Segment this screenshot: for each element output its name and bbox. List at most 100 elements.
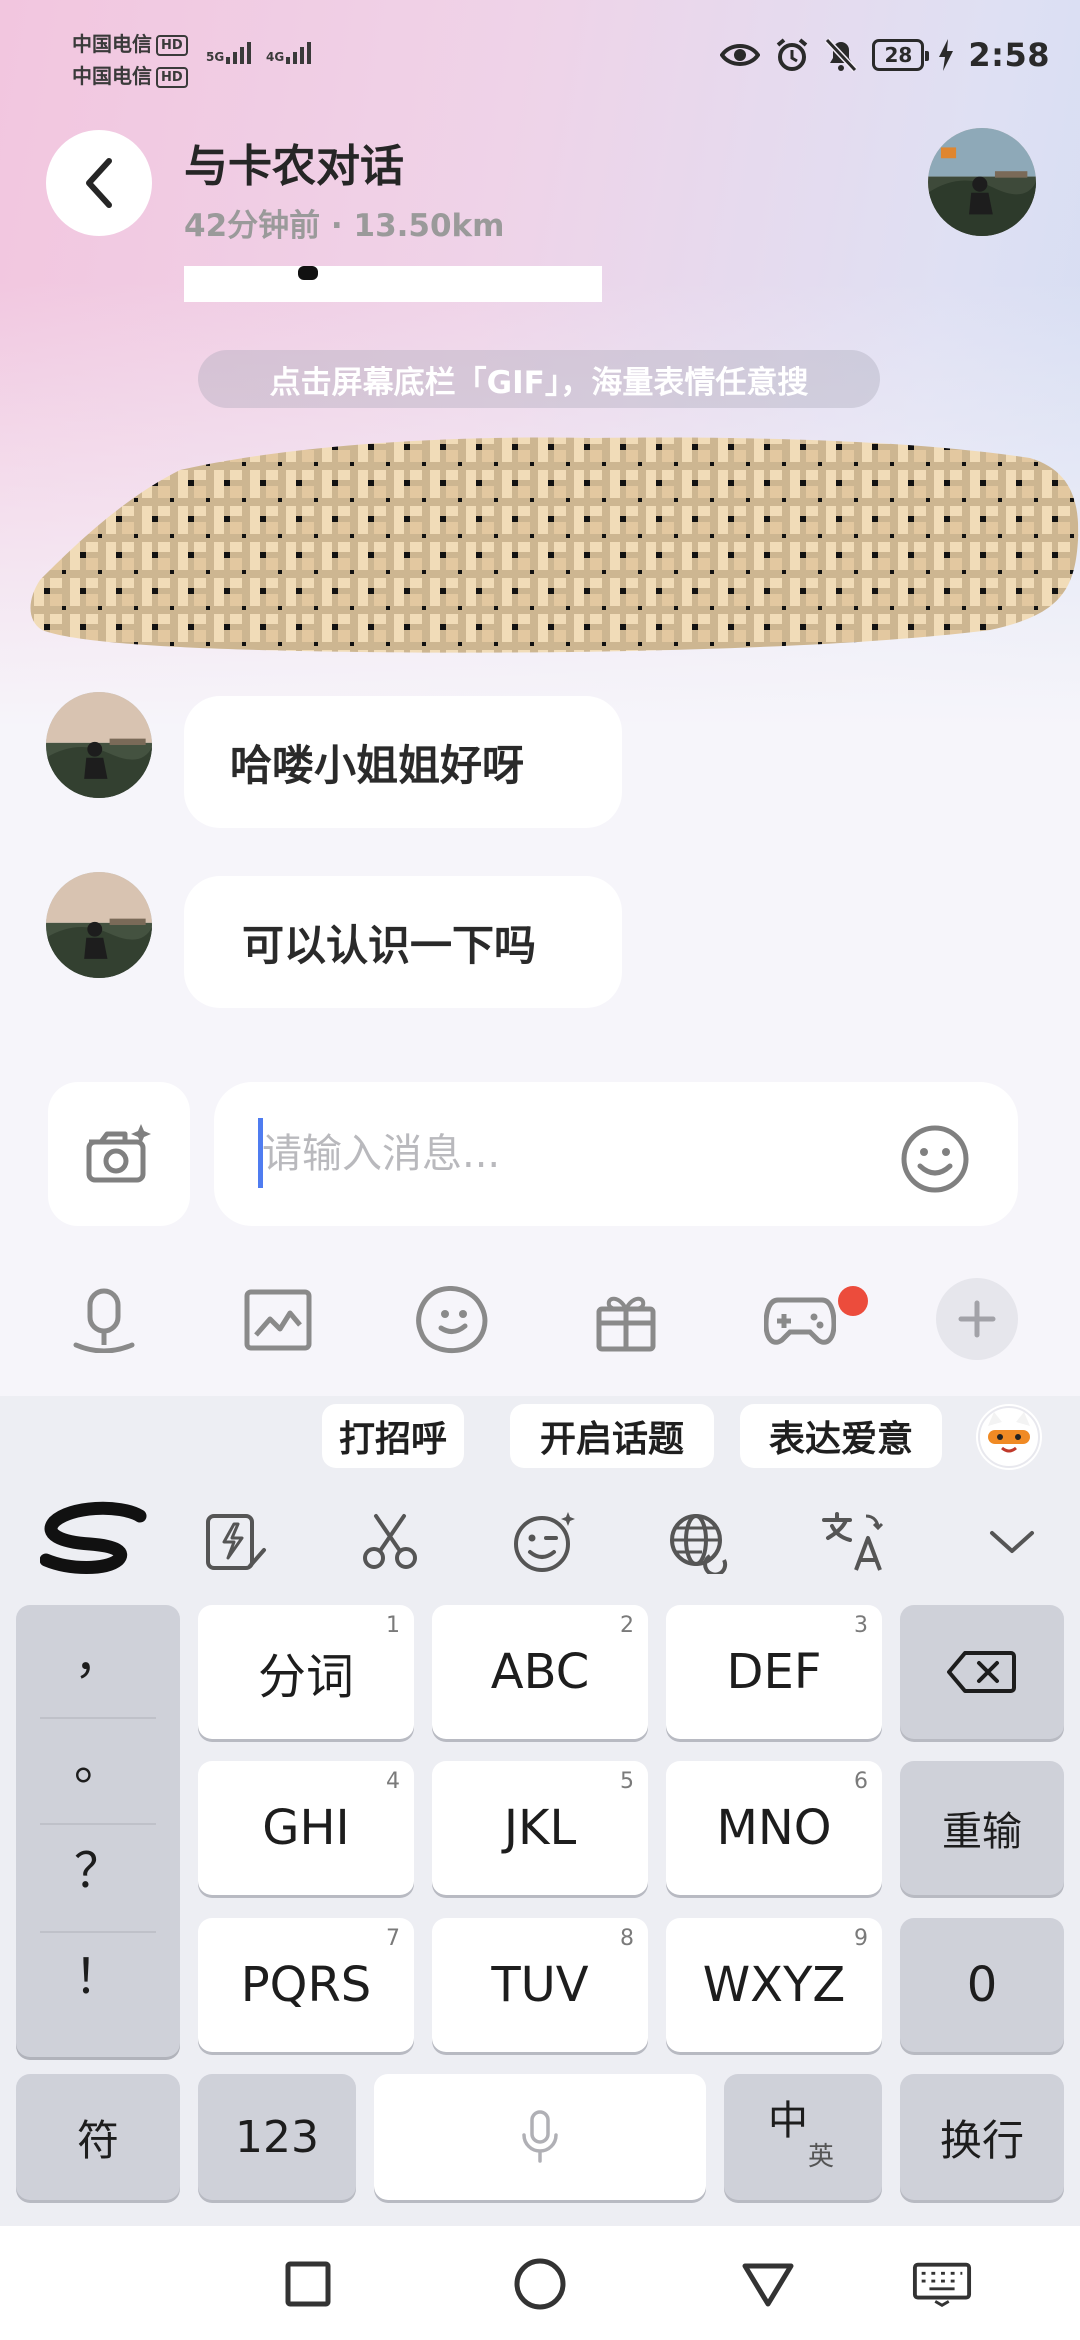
- clock: 2:58: [968, 36, 1050, 74]
- last-seen-distance: 42分钟前 · 13.50km: [184, 208, 505, 244]
- image-icon: [244, 1289, 312, 1351]
- zero-key[interactable]: 0: [900, 1918, 1064, 2052]
- image-button[interactable]: [238, 1280, 318, 1360]
- message-bubble[interactable]: 哈喽小姐姐好呀: [184, 696, 622, 828]
- key-6[interactable]: MNO 6: [666, 1761, 882, 1895]
- carrier-1: 中国电信 HD: [72, 28, 188, 57]
- signal-bars-icon: [226, 40, 252, 64]
- message-avatar[interactable]: [46, 692, 152, 798]
- eye-icon: [720, 44, 761, 66]
- game-button[interactable]: [760, 1280, 840, 1360]
- chevron-left-icon: [86, 158, 112, 208]
- emoji-button[interactable]: [900, 1124, 970, 1194]
- key-9[interactable]: WXYZ 9: [666, 1918, 882, 2052]
- sogou-logo-button[interactable]: [39, 1500, 156, 1580]
- square-icon: [285, 2261, 331, 2307]
- punct-question[interactable]: ？: [16, 1831, 180, 1901]
- camera-button[interactable]: [48, 1082, 190, 1226]
- key-8[interactable]: TUV 8: [432, 1918, 648, 2052]
- microphone-icon: [73, 1288, 135, 1353]
- chevron-down-icon: [990, 1531, 1034, 1553]
- message-avatar[interactable]: [46, 872, 152, 978]
- quick-phrase-button[interactable]: [196, 1502, 276, 1582]
- camera-sparkle-icon: [86, 1124, 151, 1183]
- status-icons: 28 2:58: [720, 36, 1050, 74]
- wink-face-icon: [514, 1512, 575, 1572]
- notification-dot: [838, 1286, 868, 1316]
- symbols-key[interactable]: 符: [16, 2074, 180, 2200]
- language-switch-key[interactable]: 中 英: [724, 2074, 882, 2200]
- backspace-key[interactable]: [900, 1605, 1064, 1739]
- lightning-edit-icon: [206, 1514, 266, 1570]
- divider: [40, 1931, 156, 1933]
- suggestion-chip[interactable]: 开启话题: [510, 1404, 714, 1468]
- key-1[interactable]: 分词 1: [198, 1605, 414, 1739]
- page-title: 与卡农对话: [184, 141, 404, 192]
- gift-button[interactable]: [586, 1280, 666, 1360]
- more-button[interactable]: [936, 1278, 1018, 1360]
- gif-tip-chip[interactable]: 点击屏幕底栏「GIF」，海量表情任意搜: [198, 350, 880, 408]
- smiley-icon: [901, 1125, 969, 1193]
- gamepad-icon: [764, 1297, 836, 1345]
- circle-icon: [514, 2258, 566, 2310]
- sticker-button[interactable]: [412, 1280, 492, 1360]
- sogou-s-logo-icon: [39, 1501, 147, 1574]
- carrier-2: 中国电信 HD: [72, 60, 188, 89]
- alarm-icon: [777, 38, 808, 71]
- suggestion-chip[interactable]: 打招呼: [322, 1404, 464, 1468]
- key-7[interactable]: PQRS 7: [198, 1918, 414, 2052]
- punct-exclaim[interactable]: ！: [16, 1937, 180, 2007]
- message-input-box[interactable]: [214, 1082, 1018, 1226]
- space-key[interactable]: [374, 2074, 706, 2200]
- translate-button[interactable]: [812, 1502, 892, 1582]
- key-3[interactable]: DEF 3: [666, 1605, 882, 1739]
- hd-badge: HD: [156, 35, 188, 56]
- punctuation-column[interactable]: ， 。 ？ ！: [16, 1605, 180, 2057]
- mascot-button[interactable]: [976, 1404, 1042, 1470]
- battery-indicator: 28: [872, 39, 930, 71]
- triangle-down-icon: [742, 2263, 794, 2307]
- microphone-icon: [522, 2110, 558, 2163]
- punct-comma[interactable]: ，: [16, 1617, 180, 1687]
- reset-key[interactable]: 重输: [900, 1761, 1064, 1895]
- mascot-icon: [978, 1406, 1040, 1468]
- message-input[interactable]: [262, 1128, 862, 1180]
- globe-sync-button[interactable]: [658, 1502, 738, 1582]
- lang-sub-label: 英: [808, 2142, 835, 2172]
- key-4[interactable]: GHI 4: [198, 1761, 414, 1895]
- suggestion-chip[interactable]: 表达爱意: [740, 1404, 942, 1468]
- enter-key[interactable]: 换行: [900, 2074, 1064, 2200]
- signal-2: 4G: [266, 40, 312, 64]
- numbers-key[interactable]: 123: [198, 2074, 356, 2200]
- sticker-face-icon: [416, 1286, 488, 1354]
- emoji-keyboard-button[interactable]: [504, 1502, 584, 1582]
- key-2[interactable]: ABC 2: [432, 1605, 648, 1739]
- globe-icon: [670, 1514, 728, 1574]
- header-avatar[interactable]: [928, 128, 1036, 236]
- back-button[interactable]: [46, 130, 152, 236]
- previous-message-fragment: [184, 266, 602, 302]
- plus-icon: [958, 1300, 996, 1338]
- collapse-keyboard-button[interactable]: [972, 1502, 1052, 1582]
- message-text: 可以认识一下吗: [242, 920, 537, 970]
- previous-message-fragment-mark: [298, 266, 318, 280]
- home-button[interactable]: [510, 2254, 570, 2314]
- punct-period[interactable]: 。: [16, 1723, 180, 1793]
- text-caret: [258, 1118, 263, 1188]
- voice-button[interactable]: [64, 1280, 144, 1360]
- signal-bars-icon: [286, 40, 312, 64]
- redacted-image-block: [30, 430, 1080, 662]
- hd-badge: HD: [156, 67, 188, 88]
- signal-1: 5G: [206, 40, 252, 64]
- recents-button[interactable]: [278, 2254, 338, 2314]
- key-5[interactable]: JKL 5: [432, 1761, 648, 1895]
- keyboard-toggle-button[interactable]: [912, 2254, 972, 2314]
- backspace-icon: [947, 1651, 1016, 1693]
- scissors-button[interactable]: [350, 1502, 430, 1582]
- translate-icon: [822, 1512, 884, 1571]
- gift-icon: [596, 1296, 656, 1352]
- message-bubble[interactable]: 可以认识一下吗: [184, 876, 622, 1008]
- back-nav-button[interactable]: [738, 2254, 798, 2314]
- keyboard-icon: [912, 2262, 972, 2307]
- message-text: 哈喽小姐姐好呀: [230, 740, 525, 790]
